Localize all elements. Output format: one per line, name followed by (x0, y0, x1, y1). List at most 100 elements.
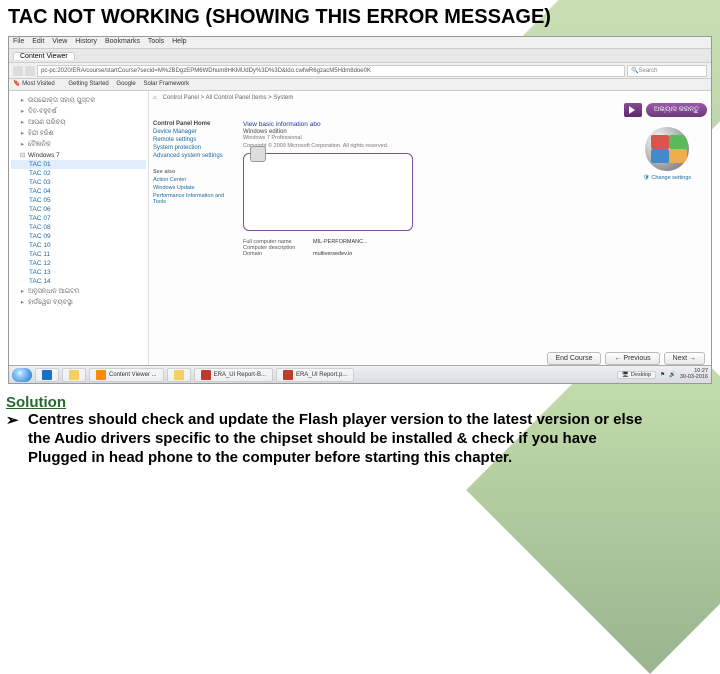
tree-sub[interactable]: TAC 09 (11, 232, 146, 241)
show-desktop-button[interactable]: 🖥 Desktop (617, 371, 656, 379)
tree-sub[interactable]: TAC 10 (11, 241, 146, 250)
prop-val: multiversedev.in (313, 251, 352, 257)
browser-tab-bar: Content Viewer (9, 49, 711, 63)
pdf-icon (283, 370, 293, 380)
solution-block: Solution ➢ Centres should check and upda… (6, 394, 646, 467)
task-ie[interactable] (35, 368, 59, 382)
solution-header: Solution (6, 394, 646, 411)
menu-history[interactable]: History (75, 38, 97, 45)
url-bar[interactable]: pc-pc:2020/ERA/course/startCourse?secid=… (37, 65, 625, 77)
cp-link[interactable]: Remote settings (153, 137, 237, 143)
menu-help[interactable]: Help (172, 38, 186, 45)
browser-toolbar: pc-pc:2020/ERA/course/startCourse?secid=… (9, 63, 711, 79)
prev-button[interactable]: ← Previous (605, 352, 659, 365)
tray-vol-icon[interactable]: 🔊 (669, 372, 676, 378)
sys-head: ଅଭ୍ୟାସ କରନ୍ତୁ (153, 103, 707, 117)
tree-item[interactable]: ▸ବୈଜ୍ଞାନିକ (11, 139, 146, 150)
tree-sub[interactable]: TAC 13 (11, 268, 146, 277)
cp-link[interactable]: Advanced system settings (153, 153, 237, 159)
error-icon (250, 146, 266, 162)
course-nav: End Course ← Previous Next → (547, 352, 706, 365)
forward-icon[interactable] (25, 66, 35, 76)
seealso-link[interactable]: Action Center (153, 177, 237, 183)
pdf-icon (201, 370, 211, 380)
bm-most[interactable]: 🔖 Most Visited (13, 81, 61, 87)
windows-logo-icon (645, 127, 689, 171)
tree-sub[interactable]: TAC 03 (11, 178, 146, 187)
tree-sub[interactable]: TAC 08 (11, 223, 146, 232)
end-course-button[interactable]: End Course (547, 352, 602, 365)
bookmark-bar: 🔖 Most Visited Getting Started Google So… (9, 79, 711, 91)
content-area: ▸ଉପଭୋକ୍ତା ସହାୟ ପୁସ୍ତକ ▸ଦିବ-ବହୁବର୍ଷ ▸ଆପଣ … (9, 91, 711, 367)
control-panel-links: Control Panel Home Device Manager Remote… (153, 121, 237, 257)
slide-title: TAC NOT WORKING (SHOWING THIS ERROR MESS… (8, 6, 551, 29)
system-info: View basic information abo Windows editi… (243, 121, 621, 257)
tree-sub[interactable]: TAC 05 (11, 196, 146, 205)
tree-sub[interactable]: TAC 07 (11, 214, 146, 223)
tree-sub[interactable]: TAC 02 (11, 169, 146, 178)
tree-item-expanded[interactable]: ⊟Windows 7 (11, 150, 146, 160)
menu-edit[interactable]: Edit (32, 38, 44, 45)
tree-item[interactable]: ▸ଉପଭୋକ୍ତା ସହାୟ ପୁସ୍ତକ (11, 95, 146, 106)
prop-key: Domain (243, 251, 313, 257)
tree-sub[interactable]: TAC 04 (11, 187, 146, 196)
cp-link[interactable]: System protection (153, 145, 237, 151)
seealso-link[interactable]: Performance Information and Tools (153, 193, 237, 205)
search-box[interactable]: 🔍 Search (627, 65, 707, 77)
next-button[interactable]: Next → (664, 352, 705, 365)
course-tree: ▸ଉପଭୋକ୍ତା ସହାୟ ପୁସ୍ତକ ▸ଦିବ-ବହୁବର୍ଷ ▸ଆପଣ … (9, 91, 149, 367)
info-title: View basic information abo (243, 121, 621, 128)
system-tray: 🖥 Desktop ⚑ 🔊 10:2730-03-2016 (617, 369, 708, 380)
start-button-icon[interactable] (12, 368, 32, 382)
task-pdf2[interactable]: ERA_UI Report.p... (276, 368, 354, 382)
main-pane: ⌂ Control Panel > All Control Panel Item… (149, 91, 711, 367)
copyright: Copyright © 2009 Microsoft Corporation. … (243, 143, 621, 149)
tree-sub[interactable]: TAC 11 (11, 250, 146, 259)
play-icon[interactable] (624, 103, 642, 117)
ie-icon (42, 370, 52, 380)
browser-menu-bar: File Edit View History Bookmarks Tools H… (9, 37, 711, 49)
seealso-link[interactable]: Windows Update (153, 185, 237, 191)
tree-item[interactable]: ▸ହାର୍ଡୱେର ବ୍ୟବସ୍ଥା (11, 297, 146, 308)
menu-bookmarks[interactable]: Bookmarks (105, 38, 140, 45)
folder-icon (69, 370, 79, 380)
menu-file[interactable]: File (13, 38, 24, 45)
error-panel (243, 153, 413, 231)
tree-item[interactable]: ▸ଦିବ-ବହୁବର୍ଷ (11, 106, 146, 117)
menu-tools[interactable]: Tools (148, 38, 164, 45)
sys-props: Full computer nameMIL-PERFORMANC... Comp… (243, 239, 621, 257)
edition: Windows 7 Professional (243, 135, 621, 141)
tray-flag-icon[interactable]: ⚑ (660, 372, 665, 378)
tree-sub[interactable]: TAC 14 (11, 277, 146, 286)
solution-text: Centres should check and update the Flas… (28, 411, 646, 467)
task-folder2[interactable] (167, 368, 191, 382)
bm-solar[interactable]: Solar Framework (143, 81, 189, 87)
task-pdf1[interactable]: ERA_UI Report-B... (194, 368, 273, 382)
tree-sub-active[interactable]: TAC 01 (11, 160, 146, 169)
prop-val: MIL-PERFORMANC... (313, 239, 368, 245)
browser-tab[interactable]: Content Viewer (13, 52, 75, 60)
bm-gs[interactable]: Getting Started (68, 81, 108, 87)
tree-sub[interactable]: TAC 12 (11, 259, 146, 268)
tree-item[interactable]: ▸ଆପଣ ପରିଚୟ (11, 117, 146, 128)
back-icon[interactable] (13, 66, 23, 76)
firefox-icon (96, 370, 106, 380)
change-settings-link[interactable]: 🛡 Change settings (643, 175, 691, 181)
tree-item[interactable]: ▸ଅନୁସନ୍ଧାନ ଆଇଟମ (11, 286, 146, 297)
clock[interactable]: 10:2730-03-2016 (680, 369, 708, 380)
bm-google[interactable]: Google (116, 81, 135, 87)
cp-home: Control Panel Home (153, 121, 237, 127)
tree-item[interactable]: ▸ହିନ୍ଦୀ ହରିଶ (11, 128, 146, 139)
task-firefox[interactable]: Content Viewer ... (89, 368, 164, 382)
practice-button[interactable]: ଅଭ୍ୟାସ କରନ୍ତୁ (646, 103, 707, 117)
tree-sub[interactable]: TAC 06 (11, 205, 146, 214)
taskbar: Content Viewer ... ERA_UI Report-B... ER… (9, 365, 711, 383)
bullet-icon: ➢ (6, 411, 28, 467)
cp-link[interactable]: Device Manager (153, 129, 237, 135)
menu-view[interactable]: View (52, 38, 67, 45)
folder-icon (174, 370, 184, 380)
home-icon[interactable]: ⌂ (153, 95, 157, 101)
task-folder[interactable] (62, 368, 86, 382)
seealso-header: See also (153, 169, 237, 175)
sys-right: 🛡 Change settings (627, 121, 707, 257)
